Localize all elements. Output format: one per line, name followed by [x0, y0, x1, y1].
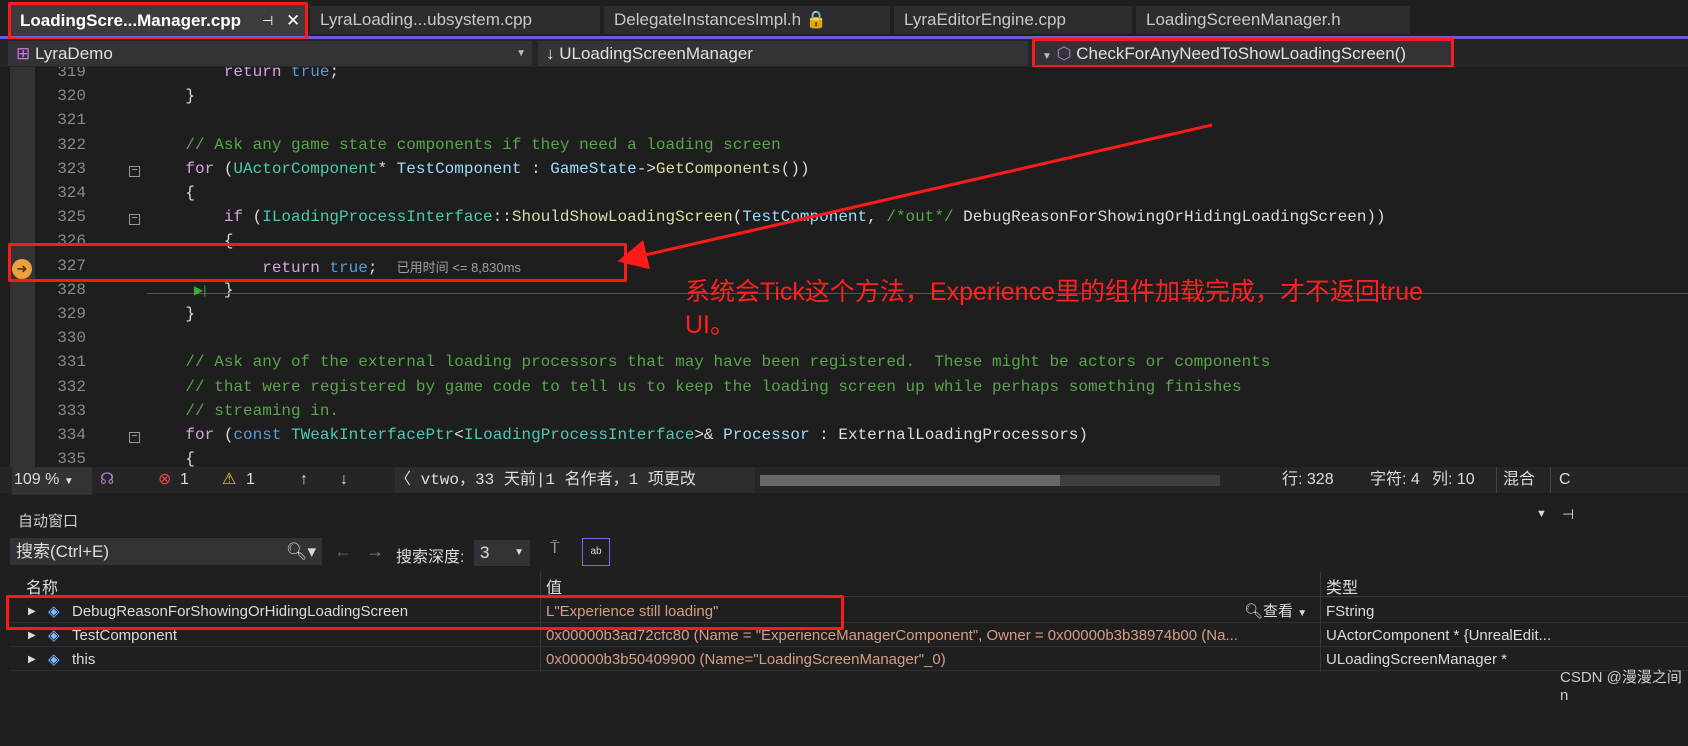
chevron-down-icon: ▼ [63, 476, 74, 487]
column-header-type[interactable]: 类型 [1326, 574, 1358, 598]
expand-arrow-icon[interactable]: ▶ [28, 648, 36, 671]
view-visualizer-button[interactable]: 🔍︎查看 ▼ [1244, 600, 1307, 625]
variable-type: FString [1326, 603, 1375, 620]
variable-type: UActorComponent * {UnrealEdit... [1326, 627, 1552, 644]
forward-arrow-icon[interactable]: → [366, 541, 384, 562]
line-number: 行: 328 [1282, 471, 1334, 488]
chevron-down-icon: ▼ [1297, 608, 1308, 619]
warning-icon[interactable]: ⚠ [222, 467, 236, 493]
annotation-text-line1: 系统会Tick这个方法，Experience里的组件加载完成，才不返回true [685, 278, 1424, 306]
search-depth-dropdown[interactable]: 3 ▼ [474, 540, 530, 566]
autos-row[interactable]: ▶ ◈ this 0x00000b3b50409900 (Name="Loadi… [10, 648, 1688, 671]
column-number: 列: 10 [1432, 471, 1475, 488]
encoding-indicator[interactable]: C [1550, 467, 1579, 493]
autos-search-input[interactable]: 搜索(Ctrl+E) 🔍︎▾ [10, 538, 322, 565]
watermark: CSDN @漫漫之间n [1560, 669, 1682, 704]
error-icon[interactable]: ⊗ [158, 467, 171, 493]
line-ending-mode[interactable]: 混合 [1496, 467, 1541, 493]
scrollbar-thumb[interactable] [760, 475, 1060, 486]
window-options-icon[interactable]: ▼ [1536, 508, 1547, 520]
next-issue-arrow-icon[interactable]: ↓ [340, 467, 348, 493]
annotation-text-line2: UI。 [685, 311, 736, 339]
prev-issue-arrow-icon[interactable]: ↑ [300, 467, 308, 493]
back-arrow-icon[interactable]: ← [334, 541, 352, 562]
char-number: 字符: 4 [1370, 471, 1420, 488]
view-label: 查看 [1263, 603, 1294, 620]
editor-status-bar: 109 % ▼ ☊ ⊗ 1 ⚠ 1 ↑ ↓ 〈 vtwo，33 天前|1 名作者，1… [0, 467, 1688, 495]
variable-value[interactable]: 0x00000b3b50409900 (Name="LoadingScreenM… [546, 648, 1316, 671]
variable-name: this [72, 651, 96, 668]
search-depth-label: 搜索深度: [396, 549, 465, 566]
zoom-dropdown[interactable]: 109 % ▼ [12, 467, 92, 495]
error-count[interactable]: 1 [180, 467, 189, 493]
search-placeholder: 搜索(Ctrl+E) [16, 542, 110, 561]
git-blame-info[interactable]: 〈 vtwo，33 天前|1 名作者，1 项更改 [395, 467, 755, 493]
variable-icon: ◈ [48, 651, 60, 668]
pin-filter-icon[interactable]: ⍑ [550, 540, 560, 558]
pin-window-icon[interactable]: ⊣ [1562, 506, 1574, 523]
view-string-icon[interactable]: ab [582, 538, 610, 566]
zoom-value: 109 % [14, 471, 60, 488]
highlight-box-debug-reason [6, 595, 844, 630]
warning-count[interactable]: 1 [246, 467, 255, 493]
magnifier-icon: 🔍︎ [1244, 603, 1264, 620]
search-depth-value: 3 [480, 543, 490, 562]
horizontal-scrollbar[interactable] [760, 475, 1220, 486]
chevron-down-icon: ▼ [514, 547, 524, 558]
search-icon[interactable]: 🔍︎▾ [286, 538, 316, 565]
copilot-icon[interactable]: ☊ [100, 467, 114, 493]
autos-window-title: 自动窗口 [18, 513, 79, 530]
